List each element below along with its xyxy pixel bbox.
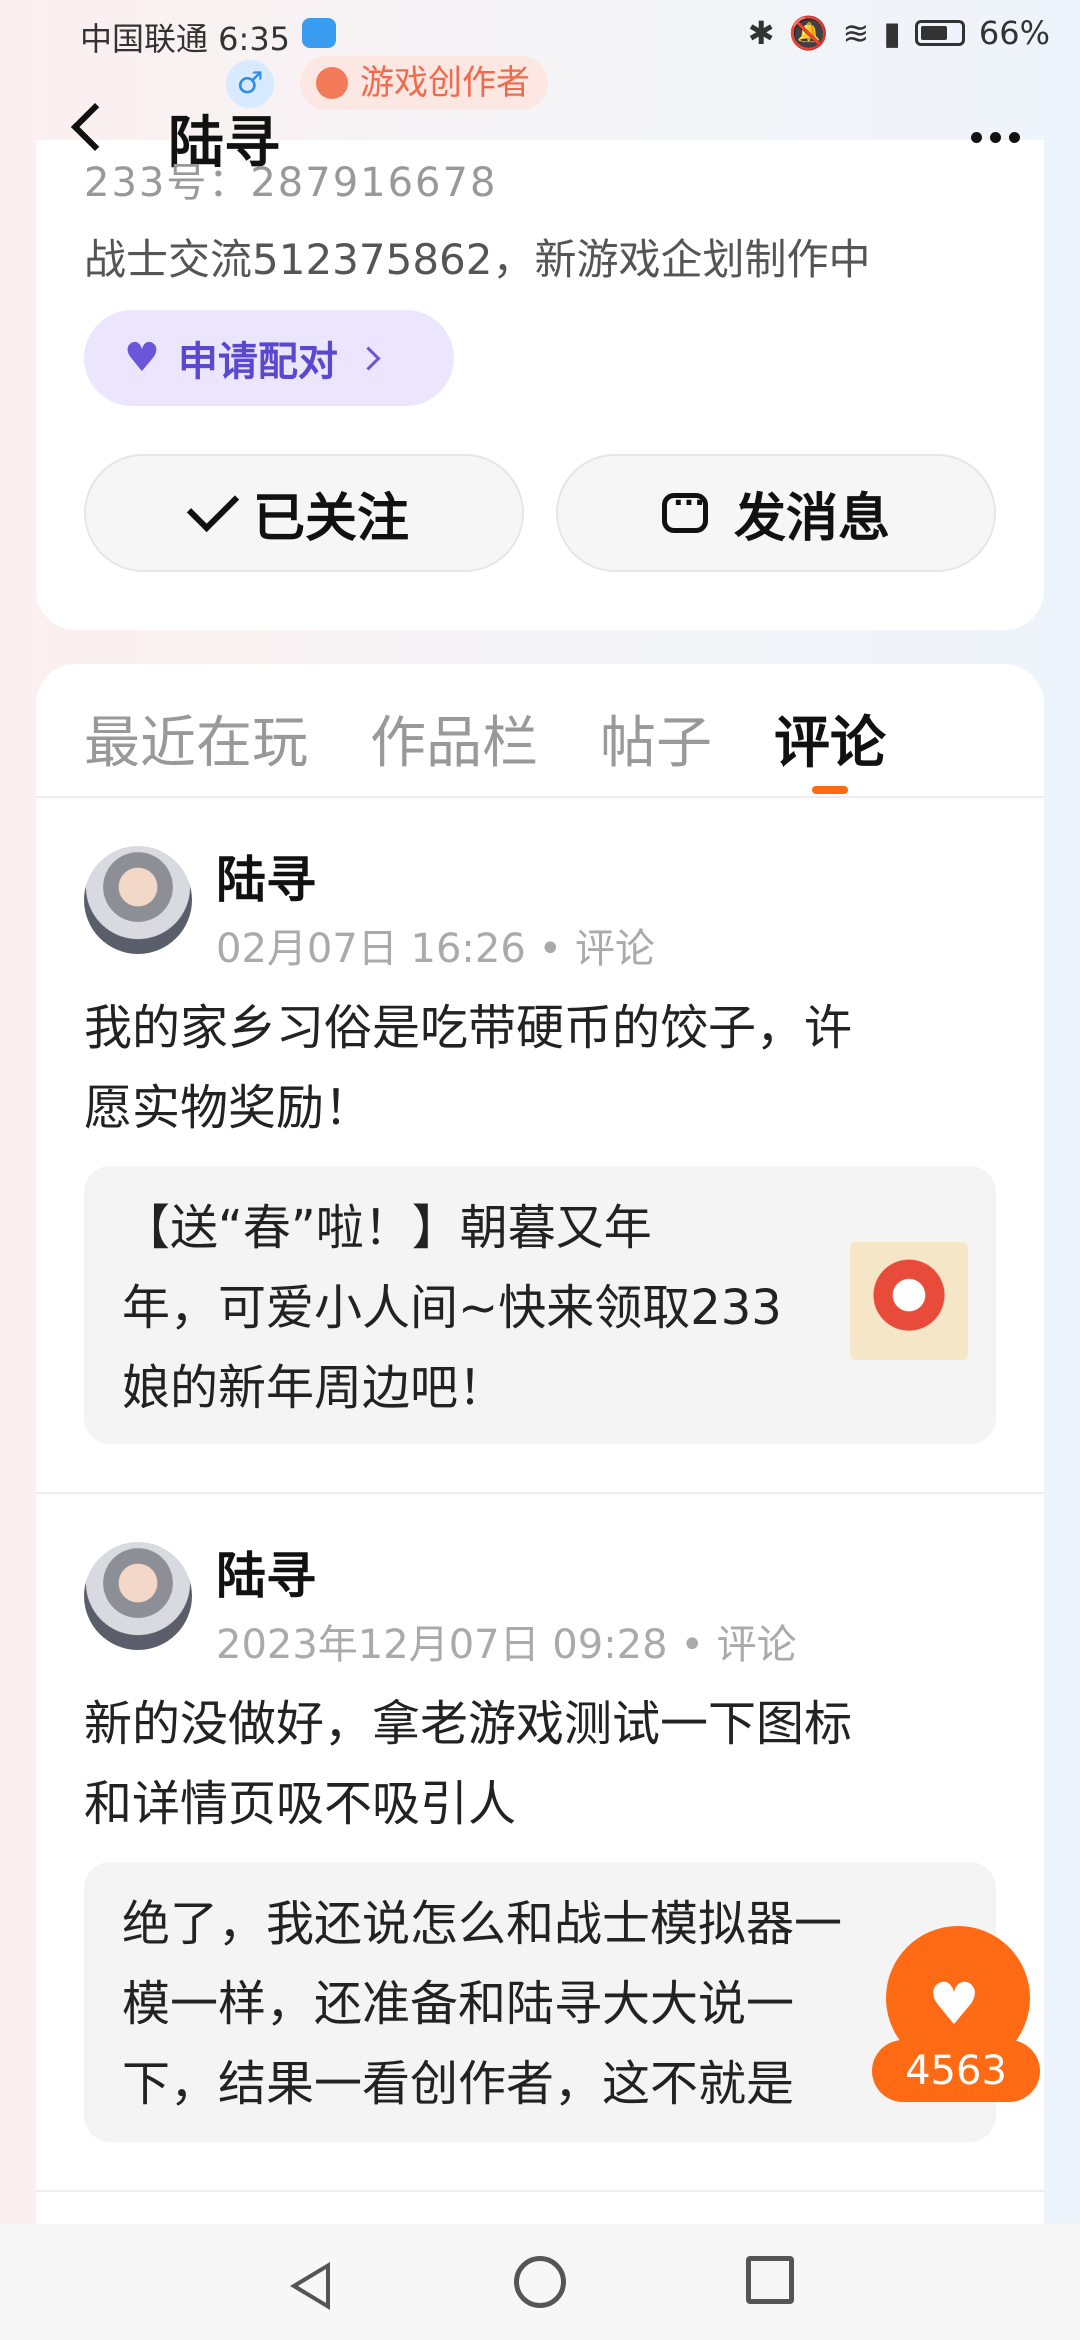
tab-posts[interactable]: 帖子 xyxy=(600,698,712,779)
tab-comments[interactable]: 评论 xyxy=(774,698,886,794)
creator-badge-icon xyxy=(316,67,348,99)
battery-text: 66% xyxy=(978,14,1050,52)
tab-works[interactable]: 作品栏 xyxy=(370,698,538,779)
comment-author[interactable]: 陆寻 xyxy=(216,840,316,912)
check-icon xyxy=(186,479,240,533)
followed-label: 已关注 xyxy=(252,488,409,549)
meta-dot: • xyxy=(538,926,575,972)
send-message-label: 发消息 xyxy=(733,488,890,549)
tab-recently-played[interactable]: 最近在玩 xyxy=(84,698,308,779)
user-id: 233号：287916678 xyxy=(84,160,498,206)
quoted-post[interactable]: 【送“春”啦！】朝暮又年 年，可爱小人间~快来领取233 娘的新年周边吧！ xyxy=(84,1166,996,1444)
comment-date: 2023年12月07日 09:28 xyxy=(216,1622,668,1668)
heart-icon: ♥ xyxy=(928,1970,980,2038)
quoted-post-line: 年，可爱小人间~快来领取233 xyxy=(122,1280,782,1336)
comment-type: 评论 xyxy=(574,926,655,972)
quoted-post-line: 下，结果一看创作者，这不就是 xyxy=(122,2056,795,2112)
status-icons: ✱ 🔕 ≋ ▮ 66% xyxy=(748,14,1050,52)
quoted-post-line: 模一样，还准备和陆寻大大说一 xyxy=(122,1976,795,2032)
send-message-button[interactable]: 发消息 xyxy=(556,454,996,572)
comment-divider xyxy=(36,1492,1044,1494)
match-request-button[interactable]: ♥ 申请配对 xyxy=(84,310,454,406)
comment-text[interactable]: 我的家乡习俗是吃带硬币的饺子，许 愿实物奖励！ xyxy=(84,988,984,1148)
battery-icon xyxy=(914,20,965,46)
quoted-post[interactable]: 绝了，我还说怎么和战士模拟器一 模一样，还准备和陆寻大大说一 下，结果一看创作者… xyxy=(84,1862,996,2142)
comment-text[interactable]: 新的没做好，拿老游戏测试一下图标 和详情页吸不吸引人 xyxy=(84,1684,984,1844)
user-bio: 战士交流512375862，新游戏企划制作中 xyxy=(84,235,871,284)
quoted-post-text: 绝了，我还说怎么和战士模拟器一 模一样，还准备和陆寻大大说一 下，结果一看创作者… xyxy=(122,1884,842,2124)
comment-text-line: 我的家乡习俗是吃带硬币的饺子，许 xyxy=(84,1000,853,1056)
comment-meta: 2023年12月07日 09:28 • 评论 xyxy=(216,1612,797,1670)
more-options-icon[interactable] xyxy=(971,132,1020,143)
nav-back-icon[interactable] xyxy=(290,2262,330,2310)
creator-badge-label: 游戏创作者 xyxy=(360,63,530,103)
avatar[interactable] xyxy=(84,846,192,954)
mute-icon: 🔕 xyxy=(788,14,829,52)
comment-text-line: 和详情页吸不吸引人 xyxy=(84,1776,517,1832)
creator-badge: 游戏创作者 xyxy=(300,56,548,110)
comment-text-line: 新的没做好，拿老游戏测试一下图标 xyxy=(84,1696,853,1752)
like-count: 4563 xyxy=(872,2040,1040,2102)
comment-date: 02月07日 16:26 xyxy=(216,926,526,972)
quoted-post-line: 绝了，我还说怎么和战士模拟器一 xyxy=(122,1896,843,1952)
comment-author[interactable]: 陆寻 xyxy=(216,1536,316,1608)
quoted-post-line: 娘的新年周边吧！ xyxy=(122,1360,507,1416)
chevron-right-icon xyxy=(356,345,381,371)
profile-tabs: 最近在玩 作品栏 帖子 评论 xyxy=(84,698,886,794)
avatar[interactable] xyxy=(84,1542,192,1650)
comment-type: 评论 xyxy=(716,1622,797,1668)
comment-divider xyxy=(36,2190,1044,2192)
cloud-icon xyxy=(302,18,336,48)
bluetooth-icon: ✱ xyxy=(747,14,775,52)
match-request-label: 申请配对 xyxy=(177,339,338,385)
message-bubble-icon xyxy=(661,486,708,533)
tabs-divider xyxy=(36,796,1044,798)
comment-meta: 02月07日 16:26 • 评论 xyxy=(216,916,655,974)
quoted-post-text: 【送“春”啦！】朝暮又年 年，可爱小人间~快来领取233 娘的新年周边吧！ xyxy=(122,1188,782,1428)
nav-home-icon[interactable] xyxy=(514,2256,566,2308)
followed-button[interactable]: 已关注 xyxy=(84,454,524,572)
wifi-icon: ≋ xyxy=(842,14,870,52)
comment-text-line: 愿实物奖励！ xyxy=(84,1080,373,1136)
heart-icon: ♥ xyxy=(124,335,160,381)
quoted-post-line: 【送“春”啦！】朝暮又年 xyxy=(122,1200,652,1256)
meta-dot: • xyxy=(680,1622,717,1668)
signal-icon: ▮ xyxy=(883,14,901,52)
quoted-post-thumbnail xyxy=(850,1242,968,1360)
carrier-time: 中国联通 6:35 xyxy=(80,20,291,58)
nav-recents-icon[interactable] xyxy=(746,2256,794,2304)
